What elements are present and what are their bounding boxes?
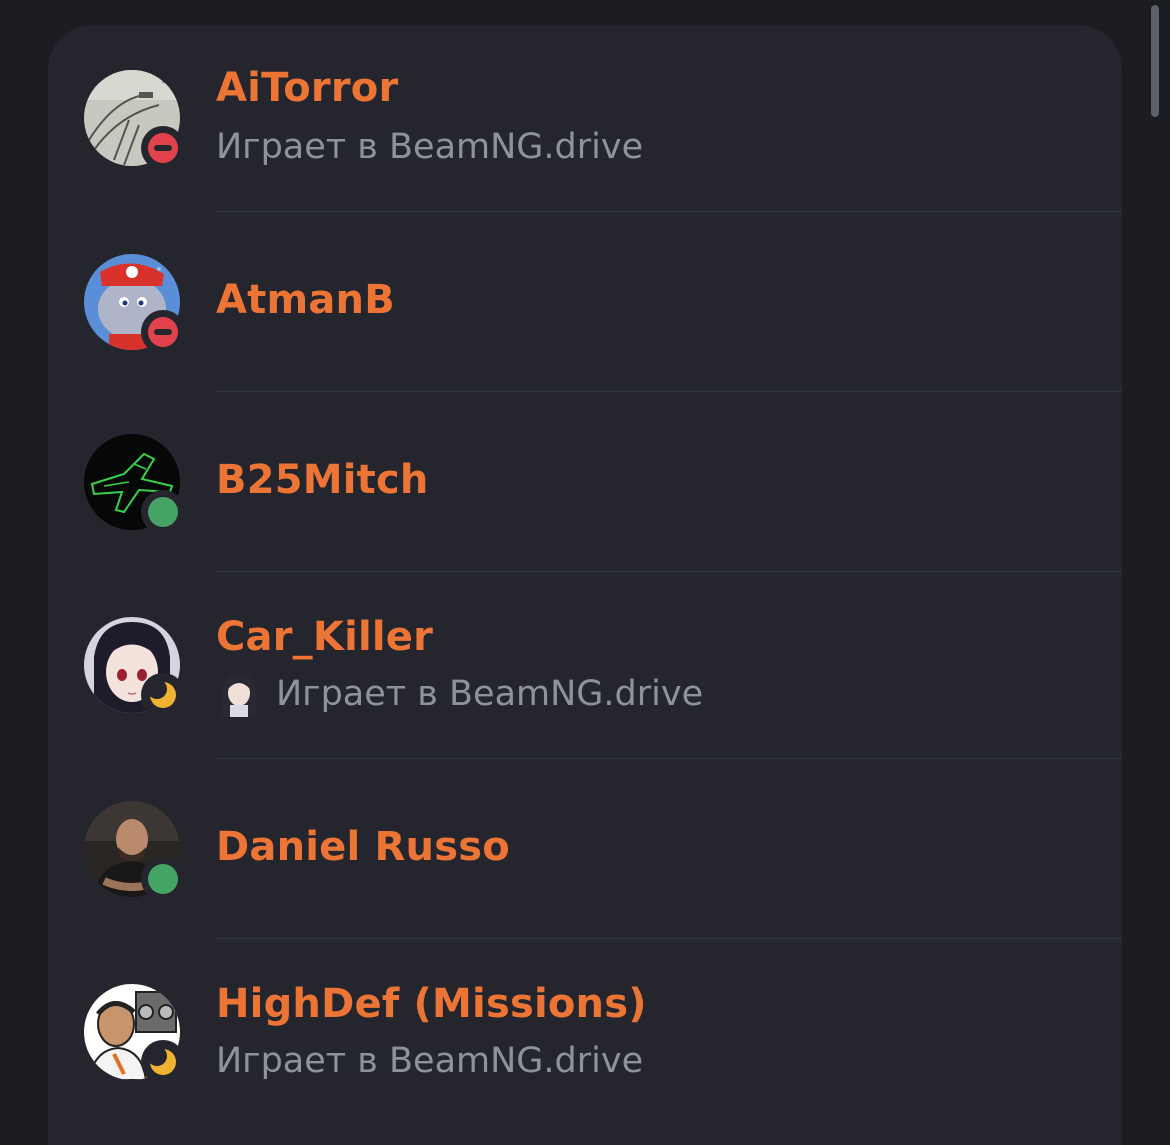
anime-girl-icon [216,671,262,717]
member-name: HighDef (Missions) [216,981,647,1027]
member-activity: Играет в BeamNG.drive [216,127,644,167]
status-online-icon [141,857,185,901]
member-row[interactable]: B25Mitch [48,392,1122,572]
member-activity: Играет в BeamNG.drive [216,1041,644,1081]
member-avatar [84,254,185,354]
member-name: Daniel Russo [216,824,510,870]
status-idle-icon [141,1040,185,1084]
status-idle-icon [141,673,185,717]
scrollbar[interactable] [1151,5,1159,117]
member-activity: Играет в BeamNG.drive [276,674,704,714]
member-name: AtmanB [216,277,395,323]
member-avatar [84,617,185,717]
member-name: B25Mitch [216,457,429,503]
status-online-icon [141,490,185,534]
member-row[interactable]: Daniel Russo [48,759,1122,939]
member-avatar [84,801,185,901]
member-avatar [84,70,185,170]
status-dnd-icon [141,310,185,354]
member-row[interactable]: Car_Killer Играет в BeamNG.drive [48,572,1122,759]
status-dnd-icon [141,126,185,170]
member-name: AiTorror [216,65,399,111]
member-row[interactable]: HighDef (Missions) Играет в BeamNG.drive [48,939,1122,1139]
member-avatar [84,984,185,1084]
member-list-panel: AiTorror Играет в BeamNG.drive AtmanB B2… [48,25,1122,1145]
member-row[interactable]: AtmanB [48,212,1122,392]
member-row[interactable]: AiTorror Играет в BeamNG.drive [48,25,1122,212]
member-avatar [84,434,185,534]
member-name: Car_Killer [216,614,434,660]
